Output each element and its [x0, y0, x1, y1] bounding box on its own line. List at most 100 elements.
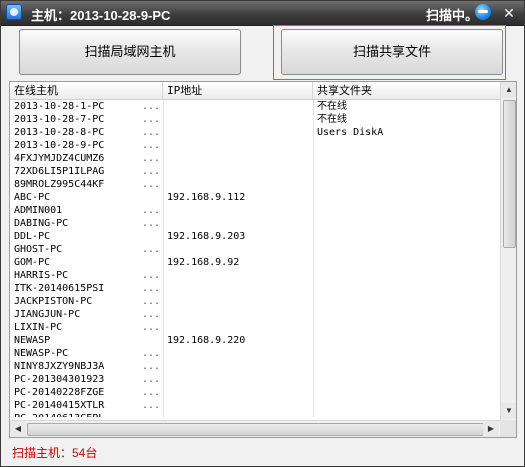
- share-cell: [313, 360, 500, 373]
- table-row[interactable]: ITK-20140615PSI...: [10, 282, 500, 295]
- table-row[interactable]: DABING-PC...: [10, 217, 500, 230]
- share-cell: [313, 217, 500, 230]
- ip-cell: [163, 412, 313, 417]
- table-row[interactable]: PC-20140228FZGE...: [10, 386, 500, 399]
- share-cell: [313, 308, 500, 321]
- share-cell: [313, 412, 500, 417]
- table-row[interactable]: JACKPISTON-PC...: [10, 295, 500, 308]
- share-cell: [313, 191, 500, 204]
- host-cell: DDL-PC: [14, 231, 51, 242]
- more-cell: ...: [142, 309, 161, 320]
- more-cell: ...: [142, 348, 161, 359]
- table-row[interactable]: DDL-PC 192.168.9.203: [10, 230, 500, 243]
- more-cell: [138, 334, 162, 347]
- ip-cell: [163, 399, 313, 412]
- more-cell: ...: [142, 140, 161, 151]
- ip-cell: 192.168.9.203: [167, 231, 246, 242]
- window-title: 主机：2013-10-28-9-PC: [31, 8, 171, 23]
- ip-cell: [163, 113, 313, 126]
- scroll-right-icon[interactable]: ▶: [483, 421, 499, 437]
- table-row[interactable]: NEWASP 192.168.9.220: [10, 334, 500, 347]
- vertical-scrollbar[interactable]: ▲ ▼: [500, 82, 516, 420]
- table-row[interactable]: NINY8JXZY9NBJ3A...: [10, 360, 500, 373]
- table-row[interactable]: ABC-PC 192.168.9.112: [10, 191, 500, 204]
- more-cell: [138, 256, 162, 269]
- ip-cell: [163, 360, 313, 373]
- share-cell: 不在线: [317, 114, 347, 125]
- share-cell: [313, 204, 500, 217]
- share-cell: [313, 295, 500, 308]
- scroll-left-icon[interactable]: ◀: [10, 421, 26, 437]
- column-header-shared-folder[interactable]: 共享文件夹: [313, 82, 500, 99]
- more-cell: ...: [142, 244, 161, 255]
- host-cell: 2013-10-28-1-PC: [14, 101, 105, 112]
- more-cell: ...: [142, 296, 161, 307]
- table-row[interactable]: 4FXJYMJDZ4CUMZ6...: [10, 152, 500, 165]
- host-cell: NINY8JXZY9NBJ3A: [14, 361, 105, 372]
- horizontal-scroll-thumb[interactable]: [27, 423, 484, 436]
- scan-shared-files-button[interactable]: 扫描共享文件: [281, 29, 503, 75]
- more-cell: ...: [142, 114, 161, 125]
- host-cell: HARRIS-PC: [14, 270, 69, 281]
- host-list[interactable]: 在线主机 IP地址 共享文件夹 2013-10-28-1-PC... 不在线 201…: [9, 81, 517, 438]
- ip-cell: 192.168.9.112: [167, 192, 246, 203]
- share-cell: [313, 373, 500, 386]
- table-row[interactable]: HARRIS-PC...: [10, 269, 500, 282]
- minimize-icon[interactable]: [475, 4, 491, 20]
- share-cell: [313, 321, 500, 334]
- more-cell: ...: [142, 361, 161, 372]
- share-cell: [313, 347, 500, 360]
- table-row[interactable]: PC-20140415XTLR...: [10, 399, 500, 412]
- scanned-hosts-count: 扫描主机：54台: [12, 446, 98, 460]
- host-cell: PC-20140228FZGE: [14, 387, 105, 398]
- more-cell: ...: [142, 270, 161, 281]
- scroll-up-icon[interactable]: ▲: [501, 82, 516, 98]
- scan-status-text: 扫描中。: [426, 8, 479, 23]
- more-cell: ...: [142, 283, 161, 294]
- host-cell: 2013-10-28-8-PC: [14, 127, 105, 138]
- column-header-ip-address[interactable]: IP地址: [163, 82, 313, 99]
- table-row[interactable]: JIANGJUN-PC...: [10, 308, 500, 321]
- vertical-scroll-thumb[interactable]: [503, 100, 516, 248]
- scroll-down-icon[interactable]: ▼: [501, 403, 516, 419]
- share-cell: Users DiskA: [317, 127, 384, 138]
- horizontal-scrollbar[interactable]: ◀ ▶: [10, 420, 500, 437]
- app-logo-icon: [6, 4, 22, 20]
- share-cell: [313, 165, 500, 178]
- column-header-online-host[interactable]: 在线主机: [10, 82, 163, 99]
- more-cell: [138, 191, 162, 204]
- host-cell: DABING-PC: [14, 218, 69, 229]
- table-row[interactable]: 2013-10-28-1-PC... 不在线: [10, 100, 500, 113]
- share-cell: [313, 399, 500, 412]
- share-cell: [313, 282, 500, 295]
- table-row[interactable]: PC-20140613GEPL...: [10, 412, 500, 417]
- host-cell: NEWASP-PC: [14, 348, 69, 359]
- more-cell: ...: [142, 153, 161, 164]
- ip-cell: 192.168.9.220: [167, 335, 246, 346]
- share-cell: [313, 139, 500, 152]
- more-cell: ...: [142, 166, 161, 177]
- ip-cell: [163, 152, 313, 165]
- table-row[interactable]: GHOST-PC...: [10, 243, 500, 256]
- table-row[interactable]: 72XD6LI5P1ILPAG...: [10, 165, 500, 178]
- more-cell: [138, 230, 162, 243]
- title-bar[interactable]: 主机：2013-10-28-9-PC 扫描中。 ✕: [1, 1, 524, 26]
- host-cell: 72XD6LI5P1ILPAG: [14, 166, 105, 177]
- table-row[interactable]: 2013-10-28-9-PC...: [10, 139, 500, 152]
- list-header: 在线主机 IP地址 共享文件夹: [10, 82, 500, 100]
- scan-lan-hosts-button[interactable]: 扫描局域网主机: [19, 29, 241, 75]
- table-row[interactable]: PC-201304301923...: [10, 373, 500, 386]
- share-cell: [313, 334, 500, 347]
- table-row[interactable]: 2013-10-28-7-PC... 不在线: [10, 113, 500, 126]
- more-cell: ...: [142, 218, 161, 229]
- table-row[interactable]: ADMIN001...: [10, 204, 500, 217]
- table-row[interactable]: GOM-PC 192.168.9.92: [10, 256, 500, 269]
- table-row[interactable]: 89MROLZ995C44KF...: [10, 178, 500, 191]
- ip-cell: 192.168.9.92: [167, 257, 240, 268]
- table-row[interactable]: LIXIN-PC...: [10, 321, 500, 334]
- table-row[interactable]: NEWASP-PC...: [10, 347, 500, 360]
- table-row[interactable]: 2013-10-28-8-PC... Users DiskA: [10, 126, 500, 139]
- host-cell: 2013-10-28-7-PC: [14, 114, 105, 125]
- close-button[interactable]: ✕: [501, 5, 517, 21]
- ip-cell: [163, 100, 313, 113]
